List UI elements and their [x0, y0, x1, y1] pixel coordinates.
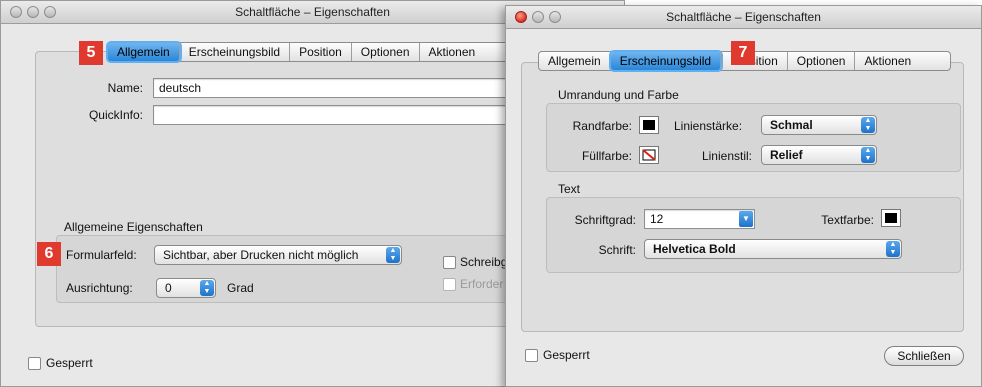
textfarbe-swatch[interactable]: [881, 209, 901, 227]
schreibgeschuetzt-checkbox[interactable]: [443, 256, 456, 269]
group-title-umrandung-und-farbe: Umrandung und Farbe: [558, 88, 679, 102]
tab-aktionen[interactable]: Aktionen: [420, 43, 485, 61]
tab-bar: Allgemein Erscheinungsbild Position Opti…: [107, 42, 547, 62]
quickinfo-label: QuickInfo:: [88, 108, 143, 122]
right-properties-window: Schaltfläche – Eigenschaften Allgemein E…: [505, 5, 982, 387]
gesperrt-label-right: Gesperrt: [543, 348, 590, 362]
schrift-value: Helvetica Bold: [653, 242, 736, 256]
grad-label: Grad: [227, 281, 254, 295]
schriftgrad-label: Schriftgrad:: [574, 213, 636, 227]
step-badge-5: 5: [79, 41, 103, 65]
linienstaerke-label: Linienstärke:: [674, 119, 743, 133]
section-title-allgemeine-eigenschaften: Allgemeine Eigenschaften: [64, 220, 203, 234]
popup-arrows-icon: ▲ ▼: [386, 247, 400, 263]
step-badge-7: 7: [731, 41, 755, 65]
tab-erscheinungsbild[interactable]: Erscheinungsbild: [180, 43, 291, 61]
tab-allgemein[interactable]: Allgemein: [108, 43, 180, 61]
randfarbe-swatch[interactable]: [639, 116, 659, 134]
formularfeld-label: Formularfeld:: [66, 248, 137, 262]
erforderlich-checkbox: [443, 278, 456, 291]
schriftgrad-combo[interactable]: 12 ▼: [644, 209, 755, 229]
swatch-fill: [885, 213, 897, 223]
name-field[interactable]: deutsch: [153, 78, 553, 98]
gesperrt-checkbox-left[interactable]: [28, 357, 41, 370]
linienstaerke-value: Schmal: [770, 118, 813, 132]
step-badge-6: 6: [37, 242, 61, 266]
tab-optionen[interactable]: Optionen: [352, 43, 420, 61]
right-titlebar: Schaltfläche – Eigenschaften: [506, 6, 981, 29]
popup-arrows-icon: ▲ ▼: [886, 241, 900, 257]
linienstaerke-popup[interactable]: Schmal ▲ ▼: [761, 115, 877, 135]
tab-optionen[interactable]: Optionen: [788, 52, 856, 70]
fuellfarbe-swatch[interactable]: [639, 146, 659, 164]
randfarbe-label: Randfarbe:: [572, 119, 632, 133]
gesperrt-label-left: Gesperrt: [46, 356, 93, 370]
tab-allgemein[interactable]: Allgemein: [539, 52, 611, 70]
tab-erscheinungsbild[interactable]: Erscheinungsbild: [610, 52, 722, 70]
tab-position[interactable]: Position: [290, 43, 352, 61]
combo-arrow-icon[interactable]: ▼: [739, 211, 753, 227]
schrift-label: Schrift:: [598, 243, 636, 257]
quickinfo-field[interactable]: [153, 105, 553, 125]
ausrichtung-popup[interactable]: 0 ▲ ▼: [156, 278, 216, 298]
close-button[interactable]: Schließen: [884, 346, 964, 366]
schriftgrad-value: 12: [650, 212, 664, 226]
gesperrt-checkbox-right[interactable]: [525, 349, 538, 362]
formularfeld-value: Sichtbar, aber Drucken nicht möglich: [163, 248, 359, 262]
linienstil-popup[interactable]: Relief ▲ ▼: [761, 145, 877, 165]
schrift-popup[interactable]: Helvetica Bold ▲ ▼: [644, 239, 902, 259]
swatch-fill: [643, 120, 655, 130]
popup-arrows-icon: ▲ ▼: [861, 117, 875, 133]
erforderlich-label: Erforder: [460, 277, 504, 291]
formularfeld-popup[interactable]: Sichtbar, aber Drucken nicht möglich ▲ ▼: [154, 245, 402, 265]
popup-arrows-icon: ▲ ▼: [861, 147, 875, 163]
textfarbe-label: Textfarbe:: [821, 213, 874, 227]
fuellfarbe-label: Füllfarbe:: [581, 149, 632, 163]
ausrichtung-label: Ausrichtung:: [66, 281, 133, 295]
group-title-text: Text: [558, 182, 581, 196]
linienstil-label: Linienstil:: [701, 149, 752, 163]
schreibgeschuetzt-label: Schreibg: [460, 255, 508, 269]
popup-arrows-icon: ▲ ▼: [200, 280, 214, 296]
linienstil-value: Relief: [770, 148, 803, 162]
window-title: Schaltfläche – Eigenschaften: [666, 10, 821, 24]
name-label: Name:: [107, 81, 143, 95]
tab-aktionen[interactable]: Aktionen: [855, 52, 920, 70]
no-fill-icon: [642, 149, 656, 161]
ausrichtung-value: 0: [165, 281, 172, 295]
